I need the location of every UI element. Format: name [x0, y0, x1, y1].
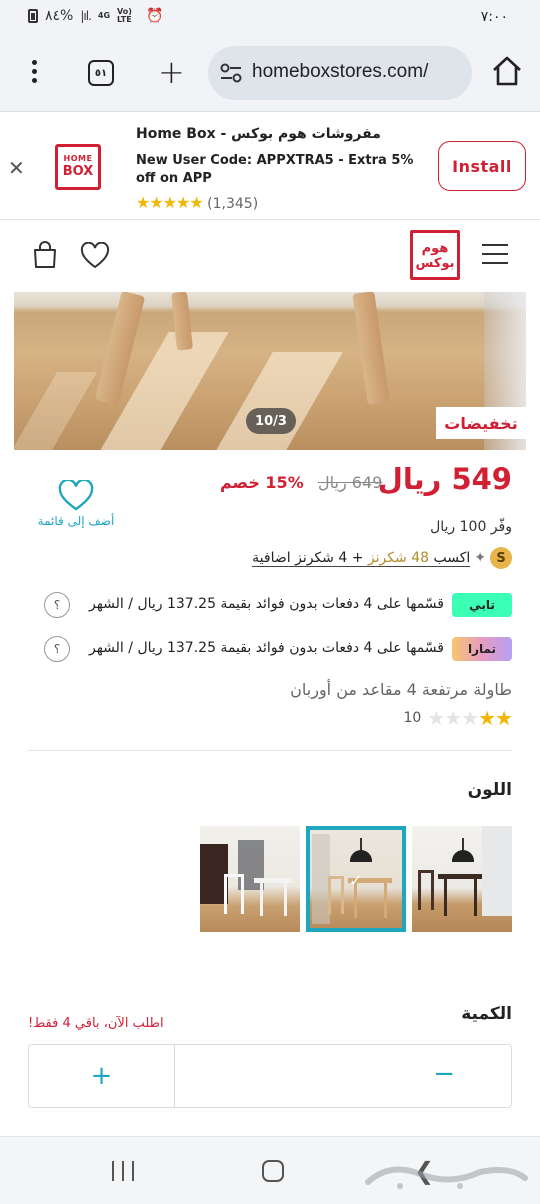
app-promo-text: New User Code: APPXTRA5 - Extra 5% off o…: [136, 153, 414, 186]
quantity-decrease-button[interactable]: −: [433, 1059, 455, 1089]
tamara-logo: تمارا: [452, 637, 512, 661]
new-tab-icon[interactable]: +: [158, 54, 185, 90]
status-icons: ٨٤% |ıl. 4G Vo) LTE ⏰: [28, 8, 163, 24]
volte-indicator: Vo) LTE: [117, 7, 132, 24]
address-bar[interactable]: homeboxstores.com/: [208, 46, 472, 100]
discount-label: 15% خصم: [220, 473, 304, 492]
quantity-increase-button[interactable]: +: [29, 1045, 175, 1107]
install-button[interactable]: Install: [438, 141, 526, 191]
tabs-count-button[interactable]: ٥١: [88, 60, 114, 86]
status-bar: ٨٤% |ıl. 4G Vo) LTE ⏰ ٧:٠٠: [0, 0, 540, 36]
hamburger-menu-icon[interactable]: [482, 244, 508, 266]
battery-level: ٨٤%: [45, 8, 74, 24]
app-rating: ★★★★★ (1,345): [136, 193, 258, 212]
shukran-coin-icon: S: [490, 547, 512, 569]
site-logo[interactable]: هوم بوكس: [410, 230, 460, 280]
tabby-installments: تابي قسّمها على 4 دفعات بدون فوائد بقيمة…: [28, 589, 512, 621]
shukrans-rewards[interactable]: S ✦ اكسب 48 شكرنز + 4 شكرنز اضافية: [252, 545, 512, 571]
installment-text: قسّمها على 4 دفعات بدون فوائد بقيمة 137.…: [89, 596, 444, 612]
tamara-installments: تمارا قسّمها على 4 دفعات بدون فوائد بقيم…: [28, 633, 512, 665]
site-header: هوم بوكس: [0, 220, 540, 292]
close-icon[interactable]: ✕: [8, 156, 25, 180]
stock-warning: اطلب الآن، باقي 4 فقط!: [28, 1016, 164, 1031]
battery-icon: [28, 9, 38, 23]
help-icon[interactable]: ؟: [44, 592, 70, 618]
carousel-pager: 10/3: [246, 408, 296, 434]
add-to-wishlist-button[interactable]: أضف إلى قائمة: [30, 480, 122, 536]
star-rating-icon: ★★★★★: [427, 706, 513, 730]
divider: [28, 750, 512, 751]
star-icon: ★★★★★: [136, 193, 204, 212]
original-price: 649 ريال: [318, 473, 383, 492]
app-title: Home Box - مفروشات هوم بوكس: [136, 126, 381, 142]
product-title: طاولة مرتفعة 4 مقاعد من أوربان: [290, 680, 512, 699]
wishlist-heart-icon[interactable]: [80, 242, 110, 270]
clock: ٧:٠٠: [480, 9, 508, 25]
browser-menu-icon[interactable]: [24, 60, 44, 88]
sale-badge: تخفيضات: [436, 407, 526, 439]
sparkle-icon: ✦: [474, 550, 486, 566]
url-text: homeboxstores.com/: [252, 61, 429, 82]
app-logo: HOME BOX: [55, 144, 101, 190]
shopping-bag-icon[interactable]: [30, 240, 60, 270]
color-label: اللون: [467, 780, 512, 800]
current-price: 549 ريال: [377, 462, 512, 496]
heart-icon: [58, 480, 94, 511]
check-icon: ✓: [349, 871, 363, 890]
color-swatches: ✓: [200, 826, 512, 932]
color-swatch[interactable]: [412, 826, 512, 932]
help-icon[interactable]: ؟: [44, 636, 70, 662]
recent-apps-icon[interactable]: [112, 1161, 134, 1181]
network-type: 4G: [97, 11, 111, 20]
watermark-logo: [365, 1166, 528, 1189]
site-settings-icon[interactable]: [220, 63, 242, 83]
color-swatch[interactable]: [200, 826, 300, 932]
installment-text: قسّمها على 4 دفعات بدون فوائد بقيمة 137.…: [89, 640, 444, 656]
product-rating[interactable]: ★★★★★ 10: [403, 706, 513, 730]
browser-toolbar: ٥١ + homeboxstores.com/: [0, 36, 540, 112]
savings-text: وفّر 100 ريال: [430, 519, 512, 535]
wishlist-label: أضف إلى قائمة: [37, 514, 115, 528]
app-rating-count: (1,345): [207, 196, 259, 212]
home-button-icon[interactable]: [262, 1160, 284, 1182]
quantity-stepper: + −: [28, 1044, 512, 1108]
quantity-label: الكمية: [461, 1004, 512, 1024]
tabby-logo: تابي: [452, 593, 512, 617]
alarm-icon: ⏰: [146, 8, 164, 24]
signal-icon: |ıl.: [80, 9, 91, 23]
shukrans-text[interactable]: اكسب 48 شكرنز + 4 شكرنز اضافية: [252, 550, 471, 567]
home-icon[interactable]: [490, 54, 524, 88]
review-count: 10: [403, 710, 422, 726]
color-swatch-selected[interactable]: ✓: [306, 826, 406, 932]
